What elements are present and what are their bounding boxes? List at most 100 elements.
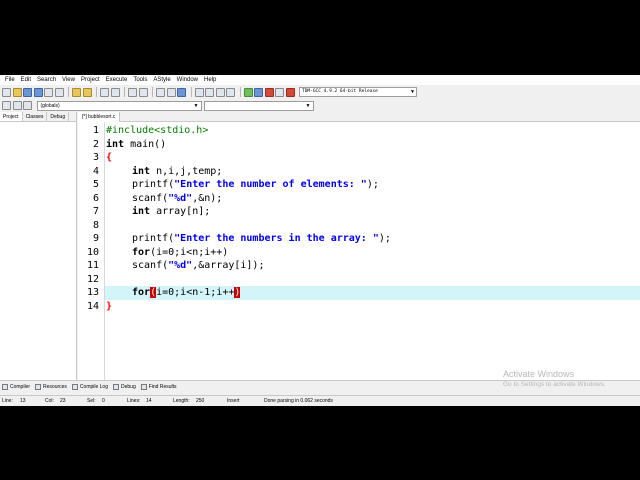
- code-token: );: [366, 179, 379, 190]
- compile-run-icon[interactable]: [215, 87, 225, 97]
- tab-project[interactable]: Project: [0, 112, 23, 121]
- toolbar-divider: [239, 87, 241, 97]
- menu-project[interactable]: Project: [78, 75, 103, 85]
- undo-icon[interactable]: [72, 87, 81, 97]
- line-number: 4: [92, 165, 99, 177]
- line-number: 3: [92, 152, 99, 163]
- code-token: int: [132, 165, 151, 177]
- toolbar-divider: [190, 87, 192, 97]
- code-token: {: [106, 152, 113, 163]
- code-area[interactable]: #include<stdio.h> int main() { int n,i,j…: [105, 122, 640, 380]
- compile-icon[interactable]: [194, 87, 204, 97]
- tab-debug-output[interactable]: Debug: [113, 384, 136, 390]
- code-token: main(): [124, 138, 167, 150]
- code-token: scanf(: [132, 260, 169, 271]
- matched-bracket: ): [234, 287, 241, 298]
- insert-icon[interactable]: [12, 101, 22, 110]
- menu-astyle[interactable]: AStyle: [150, 75, 173, 85]
- unindent-icon[interactable]: [138, 87, 148, 97]
- line-number: 10: [86, 246, 99, 258]
- menu-tools[interactable]: Tools: [130, 75, 150, 85]
- tab-bubblesort-c[interactable]: [*] bubblesort.c: [78, 112, 121, 122]
- check-icon[interactable]: [243, 87, 253, 97]
- tab-compile-log[interactable]: Compile Log: [71, 384, 108, 390]
- new-icon[interactable]: [2, 87, 11, 97]
- code-line-current: for(i=0;i<n-1;i++): [132, 286, 241, 300]
- replace-icon[interactable]: [110, 87, 120, 97]
- status-col: 23: [60, 398, 66, 404]
- run-icon[interactable]: [205, 87, 214, 97]
- code-line: {: [106, 151, 112, 165]
- scope-select[interactable]: (globals) ▼: [36, 100, 202, 111]
- code-line: int array[n];: [132, 205, 210, 219]
- line-number: 6: [92, 192, 99, 204]
- left-panel: Project Classes Debug: [0, 112, 77, 380]
- print-icon[interactable]: [54, 87, 64, 97]
- find-icon[interactable]: [100, 87, 109, 97]
- stop-icon[interactable]: [264, 87, 274, 97]
- profile-icon[interactable]: [275, 87, 284, 97]
- code-token: printf(: [132, 233, 175, 244]
- debug-icon[interactable]: [254, 87, 263, 97]
- goto-forward-icon[interactable]: [166, 87, 176, 97]
- menu-view[interactable]: View: [59, 75, 78, 85]
- rebuild-icon[interactable]: [226, 87, 235, 97]
- code-editor[interactable]: 1 2 3 4 5 6 7 8 9 10 11 12 13 14 #includ…: [78, 122, 640, 380]
- status-length-label: Length:: [173, 398, 190, 404]
- bookmark-icon[interactable]: [177, 87, 186, 97]
- line-number: 2: [92, 138, 99, 150]
- menu-file[interactable]: File: [2, 75, 18, 85]
- open-icon[interactable]: [12, 87, 22, 97]
- scope-select-value: (globals): [40, 102, 60, 109]
- code-token: int: [106, 138, 125, 150]
- code-token: );: [378, 233, 391, 244]
- indent-icon[interactable]: [128, 87, 137, 97]
- status-lines-label: Lines:: [127, 398, 141, 404]
- tab-compiler[interactable]: Compiler: [2, 384, 30, 390]
- close-icon[interactable]: [44, 87, 53, 97]
- activate-windows-watermark: Activate Windows Go to Settings to activ…: [503, 369, 606, 389]
- menu-execute[interactable]: Execute: [103, 75, 131, 85]
- code-line: int n,i,j,temp;: [132, 165, 222, 179]
- tab-resources[interactable]: Resources: [35, 384, 67, 390]
- resources-icon: [35, 384, 42, 390]
- function-select[interactable]: ▼: [203, 100, 314, 111]
- chevron-down-icon: ▼: [305, 102, 311, 109]
- menu-help[interactable]: Help: [201, 75, 219, 85]
- menu-window[interactable]: Window: [174, 75, 201, 85]
- debug-icon: [113, 384, 119, 390]
- code-line: int main(): [106, 138, 166, 152]
- code-line: #include<stdio.h>: [106, 124, 208, 138]
- save-icon[interactable]: [23, 87, 32, 97]
- code-line: printf("Enter the numbers in the array: …: [132, 232, 391, 246]
- main-toolbar: TDM-GCC 4.9.2 64-bit Release ▼: [0, 85, 640, 99]
- code-line: scanf("%d",&n);: [132, 192, 222, 206]
- line-number-gutter: 1 2 3 4 5 6 7 8 9 10 11 12 13 14: [78, 122, 105, 380]
- dev-cpp-window: File Edit Search View Project Execute To…: [0, 75, 640, 406]
- class-browser-icon[interactable]: [2, 101, 11, 110]
- tab-debug[interactable]: Debug: [47, 112, 70, 121]
- menu-edit[interactable]: Edit: [18, 75, 34, 85]
- redo-icon[interactable]: [82, 87, 92, 97]
- tab-find-results[interactable]: Find Results: [140, 384, 177, 390]
- toolbar-divider: [152, 87, 153, 97]
- goto-back-icon[interactable]: [156, 87, 165, 97]
- code-token: "Enter the numbers in the array: ": [174, 233, 379, 244]
- menu-search[interactable]: Search: [34, 75, 59, 85]
- code-line: printf("Enter the number of elements: ")…: [132, 178, 379, 192]
- code-token: for: [132, 246, 151, 258]
- tab-classes[interactable]: Classes: [23, 112, 48, 121]
- status-line: 13: [20, 398, 26, 404]
- toggle-icon[interactable]: [23, 101, 32, 110]
- status-col-label: Col:: [45, 398, 54, 404]
- code-token: "%d": [168, 260, 193, 271]
- code-line: scanf("%d",&array[i]);: [132, 259, 264, 273]
- chart-icon[interactable]: [285, 87, 295, 97]
- code-token: for: [132, 287, 151, 298]
- line-number: 13: [86, 287, 99, 298]
- status-mode: Insert: [227, 398, 240, 404]
- save-all-icon[interactable]: [33, 87, 43, 97]
- status-sel: 0: [102, 398, 105, 404]
- status-sel-label: Sel:: [87, 398, 96, 404]
- compiler-select[interactable]: TDM-GCC 4.9.2 64-bit Release ▼: [299, 87, 417, 97]
